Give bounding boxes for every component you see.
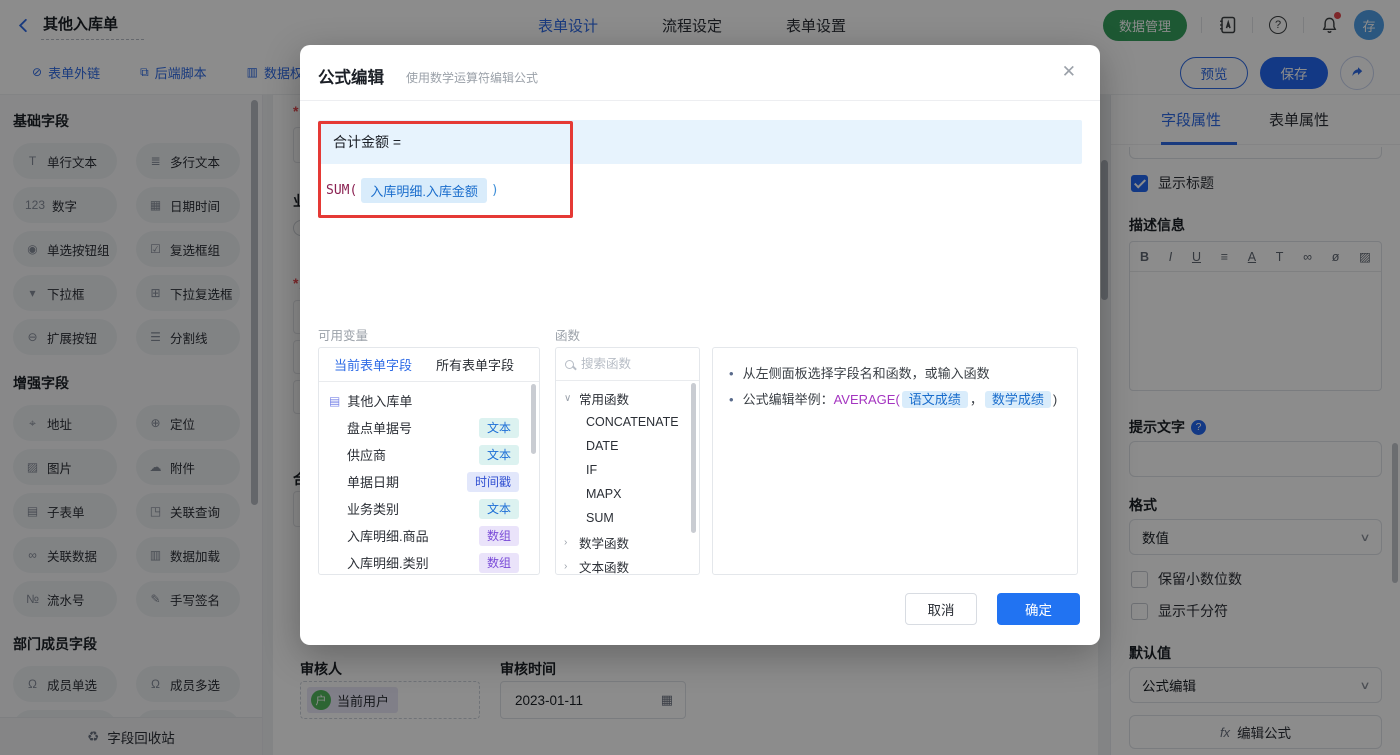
variable-type-badge: 文本 xyxy=(478,444,519,465)
tab-all-form-fields[interactable]: 所有表单字段 xyxy=(436,355,514,374)
variable-item[interactable]: 单据日期 时间戳 xyxy=(319,468,539,495)
variable-item[interactable]: 入库明细.类别 数组 xyxy=(319,549,539,574)
function-group-common[interactable]: ∨ 常用函数 xyxy=(556,386,699,410)
function-search-input[interactable] xyxy=(581,357,681,371)
help-text-1: 从左侧面板选择字段名和函数，或输入函数 xyxy=(742,366,990,381)
example-variable-chip: 语文成绩 xyxy=(901,391,968,408)
variable-name: 入库明细.类别 xyxy=(347,556,429,571)
help-line-1: • 从左侧面板选择字段名和函数，或输入函数 xyxy=(729,361,1061,387)
variable-type-badge: 数组 xyxy=(478,552,519,573)
functions-label: 函数 xyxy=(555,329,581,343)
formula-equals: = xyxy=(392,134,402,150)
example-variable-chip: 数学成绩 xyxy=(984,391,1051,408)
example-function: AVERAGE( xyxy=(833,392,900,407)
divider xyxy=(300,100,1100,101)
variable-type-badge: 文本 xyxy=(478,498,519,519)
variable-name: 盘点单据号 xyxy=(347,421,413,436)
modal-subtitle: 使用数学运算符编辑公式 xyxy=(406,71,539,85)
functions-panel: ∨ 常用函数 CONCATENATE DATE IF MAPX SUM › 数学… xyxy=(555,347,700,575)
tab-current-form-fields[interactable]: 当前表单字段 xyxy=(334,355,412,374)
caret-right-icon: › xyxy=(564,536,568,548)
variable-root-label: 其他入库单 xyxy=(347,394,413,409)
variable-item[interactable]: 供应商 文本 xyxy=(319,441,539,468)
functions-scrollbar[interactable] xyxy=(691,383,696,533)
function-search xyxy=(556,348,699,381)
variable-name: 单据日期 xyxy=(347,475,400,490)
formula-variable-chip[interactable]: 入库明细.入库金额 xyxy=(361,178,487,203)
function-item[interactable]: CONCATENATE xyxy=(556,410,699,434)
variable-item[interactable]: 业务类别 文本 xyxy=(319,495,539,522)
function-group-text[interactable]: › 文本函数 xyxy=(556,554,699,575)
variables-panel: 当前表单字段 所有表单字段 ▤ 其他入库单 盘点单据号 文本 供应商 文本 单据… xyxy=(318,347,540,575)
variable-item[interactable]: 入库明细.商品 数组 xyxy=(319,522,539,549)
help-line-2: • 公式编辑举例：AVERAGE(语文成绩，数学成绩) xyxy=(729,387,1061,413)
function-group-math[interactable]: › 数学函数 xyxy=(556,530,699,554)
caret-right-icon: › xyxy=(564,560,568,572)
function-item[interactable]: DATE xyxy=(556,434,699,458)
help-text-2: 公式编辑举例：AVERAGE(语文成绩，数学成绩) xyxy=(742,391,1058,408)
variable-item[interactable]: 盘点单据号 文本 xyxy=(319,414,539,441)
formula-function: SUM( xyxy=(326,183,358,198)
variable-type-badge: 时间戳 xyxy=(466,471,519,492)
variable-name: 供应商 xyxy=(347,448,387,463)
variables-scrollbar[interactable] xyxy=(531,384,536,454)
variable-name: 业务类别 xyxy=(347,502,400,517)
formula-close-paren: ) xyxy=(490,183,499,198)
cancel-button[interactable]: 取消 xyxy=(905,593,977,625)
variable-name: 入库明细.商品 xyxy=(347,529,429,544)
variable-type-badge: 文本 xyxy=(478,417,519,438)
function-item[interactable]: SUM xyxy=(556,506,699,530)
form-doc-icon: ▤ xyxy=(329,393,341,408)
variable-tree-root[interactable]: ▤ 其他入库单 xyxy=(319,387,539,414)
modal-title: 公式编辑 xyxy=(318,69,384,87)
caret-down-icon: ∨ xyxy=(564,392,572,404)
formula-target-band: 合计金额 = xyxy=(318,120,1082,164)
variable-type-badge: 数组 xyxy=(478,525,519,546)
formula-target: 合计金额 xyxy=(333,134,389,150)
help-panel: • 从左侧面板选择字段名和函数，或输入函数 • 公式编辑举例：AVERAGE(语… xyxy=(712,347,1078,575)
close-icon[interactable]: ✕ xyxy=(1062,62,1076,82)
variables-label: 可用变量 xyxy=(318,329,369,343)
function-item[interactable]: IF xyxy=(556,458,699,482)
confirm-button[interactable]: 确定 xyxy=(997,593,1080,625)
search-icon xyxy=(565,359,574,369)
formula-expression[interactable]: SUM( 入库明细.入库金额 ) xyxy=(326,178,499,203)
formula-edit-modal: 公式编辑 使用数学运算符编辑公式 ✕ 合计金额 = SUM( 入库明细.入库金额… xyxy=(300,45,1100,645)
function-item[interactable]: MAPX xyxy=(556,482,699,506)
